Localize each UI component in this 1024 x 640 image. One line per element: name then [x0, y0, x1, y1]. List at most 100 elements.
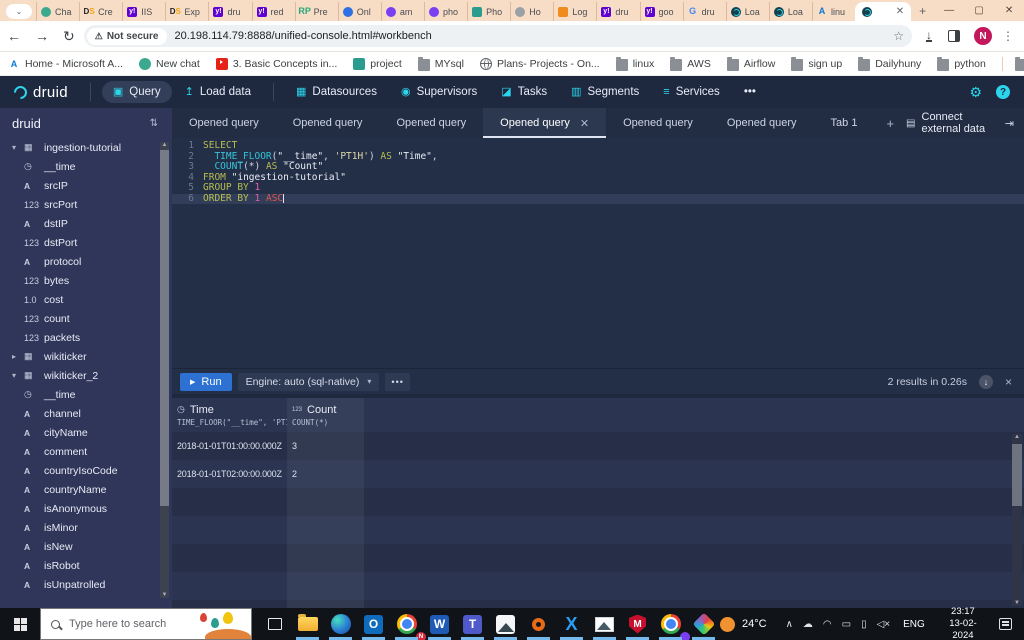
- browser-tab[interactable]: Ho: [510, 2, 553, 21]
- browser-tab[interactable]: y! red: [251, 2, 295, 21]
- browser-tab[interactable]: Alinu: [811, 2, 855, 21]
- bookmark-item[interactable]: project: [353, 57, 402, 70]
- schema-item-ingestion-tutorial[interactable]: ▾ ▦ ingestion-tutorial: [0, 138, 172, 157]
- all-bookmarks-button[interactable]: All Bookmarks: [1001, 56, 1024, 71]
- schema-item-countryName[interactable]: AcountryName: [0, 480, 172, 499]
- bookmark-item[interactable]: Airflow: [726, 56, 775, 71]
- schema-item-srcIP[interactable]: AsrcIP: [0, 176, 172, 195]
- sort-icon[interactable]: ⇅: [150, 118, 158, 129]
- browser-tab[interactable]: y! dru: [208, 2, 251, 21]
- nav-item-datasources[interactable]: ▦ Datasources: [285, 81, 388, 103]
- url-input[interactable]: ⚠ Not secure 20.198.114.79:8888/unified-…: [83, 25, 912, 47]
- schema-item-countryIsoCode[interactable]: AcountryIsoCode: [0, 461, 172, 480]
- editor-line[interactable]: 5 GROUP BY 1: [172, 182, 1024, 194]
- forward-icon[interactable]: →: [35, 28, 49, 44]
- nav-item-load-data[interactable]: ↥ Load data: [174, 81, 262, 103]
- taskbar-app-vscode[interactable]: X: [555, 608, 588, 640]
- battery-icon[interactable]: ▭: [842, 619, 851, 630]
- language-indicator[interactable]: ENG: [903, 619, 925, 630]
- bookmark-item[interactable]: A Home - Microsoft A...: [8, 58, 123, 70]
- schema-item-srcPort[interactable]: 123 srcPort: [0, 195, 172, 214]
- chevron-right-icon[interactable]: ▸: [12, 352, 24, 361]
- schema-item-isAnonymous[interactable]: AisAnonymous: [0, 499, 172, 518]
- query-tab[interactable]: Opened query: [606, 108, 710, 138]
- taskbar-app-edge[interactable]: [324, 608, 357, 640]
- query-tab[interactable]: Opened query ✕: [483, 108, 607, 138]
- new-tab-button[interactable]: +: [911, 2, 934, 21]
- bookmark-item[interactable]: Plans- Projects - On...: [479, 57, 600, 70]
- browser-tab[interactable]: Loa: [768, 2, 812, 21]
- taskbar-app-colorful-app[interactable]: [687, 608, 720, 640]
- tab-close-icon[interactable]: ✕: [896, 6, 904, 17]
- browser-tab[interactable]: pho: [423, 2, 467, 21]
- nav-item-services[interactable]: ≡ Services: [652, 81, 731, 103]
- gear-icon[interactable]: ⚙: [969, 84, 982, 101]
- schema-item-packets[interactable]: 123 packets: [0, 328, 172, 347]
- bookmark-item[interactable]: python: [937, 56, 986, 71]
- notification-center-icon[interactable]: [999, 618, 1012, 630]
- scroll-up-icon[interactable]: ▲: [1012, 434, 1022, 440]
- browser-tab[interactable]: D S Cre: [79, 2, 122, 21]
- browser-tab[interactable]: y! goo: [639, 2, 683, 21]
- browser-tab[interactable]: y! dru: [596, 2, 639, 21]
- back-icon[interactable]: ←: [7, 28, 21, 44]
- browser-tab[interactable]: D S Exp: [165, 2, 208, 21]
- browser-tab[interactable]: Log: [553, 2, 596, 21]
- column-header-time[interactable]: ◷ Time TIME_FLOOR("__time", 'PT1H…: [172, 398, 287, 432]
- new-query-tab-button[interactable]: +: [874, 108, 906, 138]
- sql-editor[interactable]: 1 SELECT 2 TIME_FLOOR("__time", 'PT1H') AS…: [172, 138, 1024, 368]
- schema-item-dstPort[interactable]: 123 dstPort: [0, 233, 172, 252]
- results-scroll-thumb[interactable]: [1012, 444, 1022, 506]
- maximize-button[interactable]: ▢: [964, 0, 994, 21]
- schema-item-isRobot[interactable]: AisRobot: [0, 556, 172, 575]
- browser-tab[interactable]: RP Pre: [294, 2, 338, 21]
- schema-item-__time[interactable]: ◷ __time: [0, 157, 172, 176]
- query-tab[interactable]: Opened query: [710, 108, 814, 138]
- nav-item-supervisors[interactable]: ◉ Supervisors: [390, 81, 488, 103]
- taskbar-app-teams[interactable]: T: [456, 608, 489, 640]
- schema-item-protocol[interactable]: Aprotocol: [0, 252, 172, 271]
- schema-item-dstIP[interactable]: AdstIP: [0, 214, 172, 233]
- query-tab-extra[interactable]: Tab 1: [814, 108, 875, 138]
- taskbar-app-mcafee[interactable]: M: [621, 608, 654, 640]
- query-more-button[interactable]: •••: [385, 372, 410, 391]
- browser-tab[interactable]: ✕: [855, 2, 912, 21]
- bookmark-item[interactable]: linux: [615, 56, 654, 71]
- bookmark-star-icon[interactable]: ☆: [893, 29, 904, 43]
- schema-item-channel[interactable]: Achannel: [0, 404, 172, 423]
- taskbar-app-chrome-profile[interactable]: [654, 608, 690, 640]
- schema-item-count[interactable]: 123 count: [0, 309, 172, 328]
- bookmark-item[interactable]: AWS: [670, 56, 711, 71]
- taskbar-app-chrome[interactable]: N: [390, 608, 426, 640]
- schema-item-comment[interactable]: Acomment: [0, 442, 172, 461]
- taskbar-app-photos[interactable]: [489, 608, 522, 640]
- minimize-button[interactable]: —: [934, 0, 964, 21]
- tab-close-icon[interactable]: ✕: [580, 117, 589, 130]
- tab-search-button[interactable]: ⌄: [6, 4, 32, 19]
- browser-menu-icon[interactable]: ⋮: [1002, 29, 1014, 43]
- profile-avatar[interactable]: N: [974, 27, 992, 45]
- start-button[interactable]: [0, 608, 40, 640]
- nav-item-segments[interactable]: ▥ Segments: [560, 81, 650, 103]
- schema-item-wikiticker_2[interactable]: ▾ ▦ wikiticker_2: [0, 366, 172, 385]
- scroll-down-icon[interactable]: ▼: [1012, 600, 1022, 606]
- help-icon[interactable]: ?: [996, 85, 1010, 99]
- close-results-icon[interactable]: ×: [1005, 375, 1012, 389]
- reload-icon[interactable]: ↻: [63, 28, 75, 45]
- chevron-up-icon[interactable]: ∧: [786, 619, 793, 630]
- phone-icon[interactable]: ▯: [861, 619, 867, 630]
- query-tab[interactable]: Opened query: [172, 108, 276, 138]
- schema-item-bytes[interactable]: 123 bytes: [0, 271, 172, 290]
- query-tab[interactable]: Opened query: [379, 108, 483, 138]
- browser-tab[interactable]: Pho: [467, 2, 510, 21]
- network-icon[interactable]: ◠: [823, 619, 832, 630]
- side-panel-icon[interactable]: [948, 30, 960, 42]
- sidebar-scroll-thumb[interactable]: [160, 150, 169, 506]
- taskbar-app-file-explorer[interactable]: [291, 608, 324, 640]
- taskbar-clock[interactable]: 23:17 13-02-2024: [941, 606, 985, 640]
- scroll-down-icon[interactable]: ▼: [160, 592, 169, 598]
- taskbar-app-task-view[interactable]: [258, 608, 291, 640]
- table-row[interactable]: 2018-01-01T01:00:00.000Z 3: [172, 432, 1024, 460]
- column-header-count[interactable]: 123 Count COUNT(*): [287, 398, 364, 432]
- taskbar-app-orange-ring-app[interactable]: [522, 608, 555, 640]
